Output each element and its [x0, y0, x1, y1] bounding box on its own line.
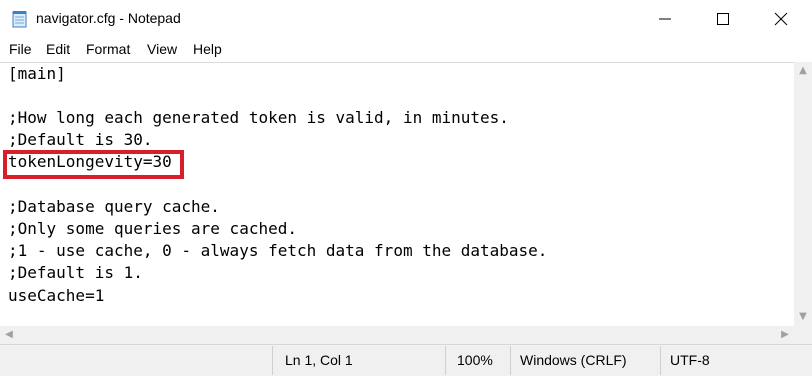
- highlight-box: [3, 150, 184, 179]
- menu-file[interactable]: File: [9, 41, 32, 57]
- status-divider: [272, 346, 273, 375]
- status-zoom: 100%: [457, 352, 493, 368]
- editor-line-4: ;Default is 30.: [8, 130, 153, 149]
- menu-view[interactable]: View: [147, 41, 177, 57]
- status-divider: [660, 346, 661, 375]
- status-position: Ln 1, Col 1: [285, 352, 353, 368]
- editor-line-3: ;How long each generated token is valid,…: [8, 108, 509, 127]
- notepad-icon: [12, 11, 27, 28]
- status-encoding: UTF-8: [670, 352, 710, 368]
- status-divider: [510, 346, 511, 375]
- vertical-scrollbar[interactable]: ▲ ▼: [794, 62, 812, 326]
- scroll-down-icon[interactable]: ▼: [794, 308, 812, 326]
- scroll-up-icon[interactable]: ▲: [794, 62, 812, 80]
- editor-line-7: ;Database query cache.: [8, 197, 220, 216]
- maximize-icon: [717, 13, 729, 25]
- horizontal-scrollbar[interactable]: ◀ ▶: [0, 326, 794, 344]
- status-divider: [445, 346, 446, 375]
- editor-line-11: useCache=1: [8, 286, 105, 305]
- window-title: navigator.cfg - Notepad: [36, 10, 181, 26]
- editor-line-8: ;Only some queries are cached.: [8, 219, 297, 238]
- menu-edit[interactable]: Edit: [46, 41, 70, 57]
- title-bar: navigator.cfg - Notepad: [0, 0, 812, 38]
- scroll-left-icon[interactable]: ◀: [0, 326, 18, 344]
- text-editor[interactable]: [0, 62, 794, 327]
- editor-line-1: [main]: [8, 64, 66, 83]
- editor-line-10: ;Default is 1.: [8, 263, 143, 282]
- scrollbar-corner: [794, 326, 812, 344]
- menu-format[interactable]: Format: [86, 41, 130, 57]
- minimize-icon: [659, 18, 671, 20]
- editor-line-9: ;1 - use cache, 0 - always fetch data fr…: [8, 241, 548, 260]
- status-line-ending: Windows (CRLF): [520, 352, 627, 368]
- minimize-button[interactable]: [638, 0, 696, 38]
- close-button[interactable]: [754, 0, 812, 38]
- maximize-button[interactable]: [696, 0, 754, 38]
- scroll-right-icon[interactable]: ▶: [776, 326, 794, 344]
- menu-help[interactable]: Help: [193, 41, 222, 57]
- close-icon: [774, 12, 788, 26]
